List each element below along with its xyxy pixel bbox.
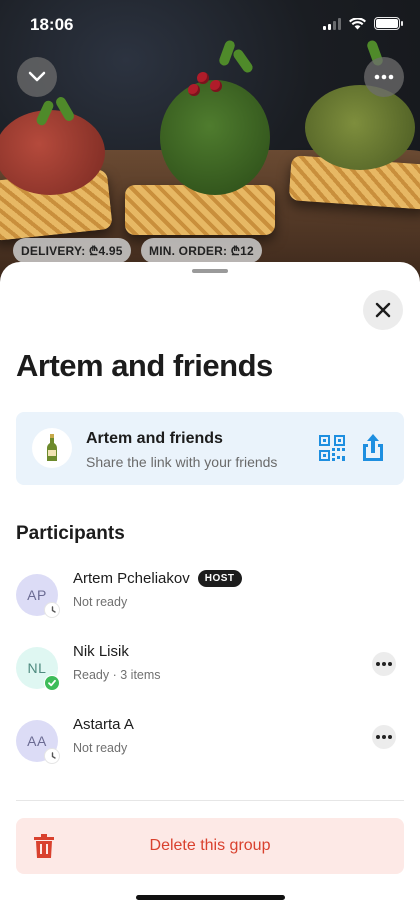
more-options-button[interactable] — [364, 57, 404, 97]
home-indicator — [136, 895, 285, 900]
participant-name-line: Artem Pcheliakov HOST — [73, 570, 242, 587]
avatar: AP — [16, 574, 60, 618]
delete-group-button[interactable]: Delete this group — [16, 818, 404, 874]
clock-icon — [51, 605, 56, 613]
topping — [160, 80, 270, 195]
status-time: 18:06 — [30, 15, 74, 34]
participant-name: Artem Pcheliakov — [73, 570, 190, 587]
share-icon — [363, 434, 383, 461]
pomegranate-seed — [188, 84, 200, 96]
herb — [231, 47, 255, 75]
restaurant-hero-image: 18:06 DELIVERY: ₾4.95 MIN. ORDER: ₾12 — [0, 0, 420, 300]
status-badge — [44, 675, 60, 691]
share-card-subtitle: Share the link with your friends — [86, 454, 278, 470]
delivery-fee-chip: DELIVERY: ₾4.95 — [13, 238, 131, 263]
topping — [0, 110, 105, 195]
participant-status: Not ready — [73, 595, 128, 609]
cellular-signal-icon — [323, 17, 341, 30]
more-dot — [388, 662, 392, 666]
status-icons — [323, 17, 403, 30]
more-dot — [376, 662, 380, 666]
topping — [305, 85, 415, 170]
page-title: Artem and friends — [16, 348, 273, 383]
participant-status: Ready · 3 items — [73, 668, 161, 682]
avatar-initials: NL — [27, 660, 47, 676]
more-dot — [376, 735, 380, 739]
delete-group-label: Delete this group — [149, 837, 271, 854]
status-badge — [44, 602, 60, 618]
avatar: NL — [16, 647, 60, 691]
more-dot — [382, 735, 386, 739]
chevron-down-icon — [28, 71, 46, 82]
avatar-initials: AA — [27, 733, 47, 749]
collapse-button[interactable] — [17, 57, 57, 97]
clock-icon — [51, 751, 56, 759]
avatar-initials: AP — [27, 587, 47, 603]
status-bar: 18:06 — [0, 0, 420, 50]
status-badge — [44, 748, 60, 764]
participant-more-button[interactable] — [372, 652, 396, 676]
group-order-sheet: Artem and friends Artem and friends Shar… — [0, 262, 420, 909]
avatar: AA — [16, 720, 60, 764]
participant-name-line: Nik Lisik — [73, 643, 129, 660]
participant-row[interactable]: NL Nik Lisik Ready · 3 items — [0, 639, 420, 699]
sheet-grabber[interactable] — [192, 269, 228, 273]
wifi-icon — [349, 17, 366, 29]
divider — [16, 800, 404, 801]
participants-heading: Participants — [16, 523, 125, 544]
close-button[interactable] — [363, 290, 403, 330]
participant-more-button[interactable] — [372, 725, 396, 749]
participant-name: Astarta A — [73, 716, 134, 733]
min-order-chip: MIN. ORDER: ₾12 — [141, 238, 262, 263]
participant-name-line: Astarta A — [73, 716, 134, 733]
more-dot — [388, 735, 392, 739]
share-button[interactable] — [360, 434, 386, 462]
more-horizontal-icon — [374, 74, 394, 80]
pomegranate-seed — [197, 72, 209, 84]
check-icon — [48, 679, 56, 687]
battery-icon — [374, 17, 403, 30]
qr-code-button[interactable] — [318, 434, 346, 462]
share-card-title: Artem and friends — [86, 430, 223, 447]
wine-bottle-icon — [47, 434, 57, 461]
participant-row[interactable]: AP Artem Pcheliakov HOST Not ready — [0, 566, 420, 626]
host-badge: HOST — [197, 570, 242, 587]
participant-name: Nik Lisik — [73, 643, 129, 660]
participant-row[interactable]: AA Astarta A Not ready — [0, 712, 420, 772]
more-dot — [382, 662, 386, 666]
participant-status: Not ready — [73, 741, 128, 755]
pomegranate-seed — [210, 80, 222, 92]
trash-icon — [34, 834, 54, 858]
group-avatar — [32, 428, 72, 468]
qr-code-icon — [319, 435, 345, 461]
close-icon — [375, 302, 391, 318]
share-link-card[interactable]: Artem and friends Share the link with yo… — [16, 412, 404, 485]
